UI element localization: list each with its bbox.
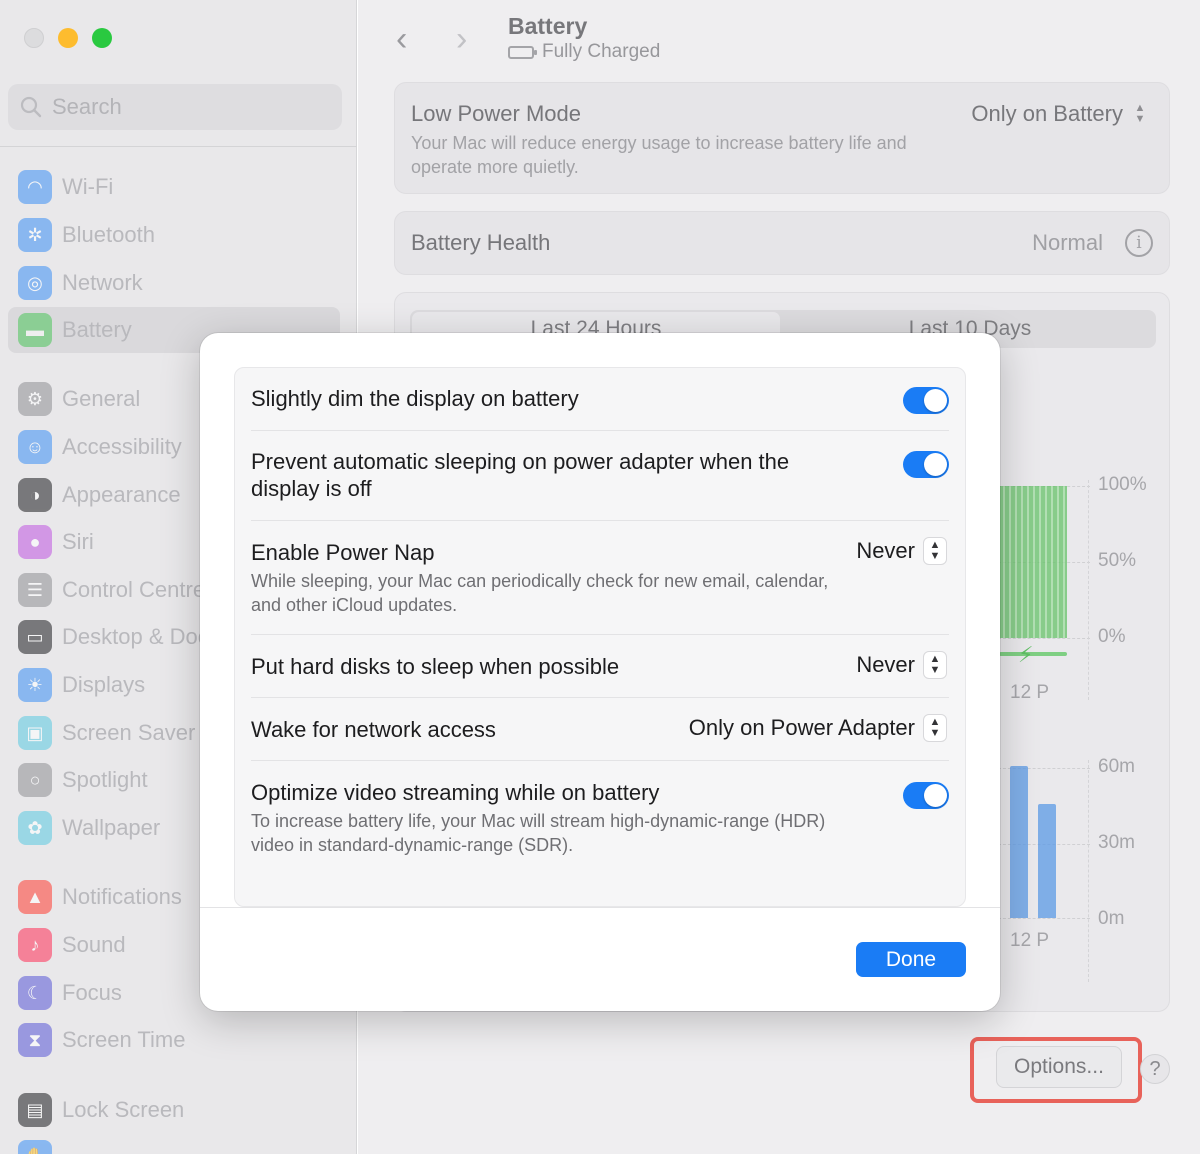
- option-row-prevent-sleep: Prevent automatic sleeping on power adap…: [235, 431, 965, 521]
- divider: [200, 907, 1000, 908]
- chevron-updown-icon: ▲ ▼: [923, 537, 947, 565]
- chevron-updown-icon: ▲ ▼: [923, 651, 947, 679]
- chevron-updown-icon: ▲ ▼: [923, 714, 947, 742]
- option-title: Slightly dim the display on battery: [251, 386, 579, 411]
- hard-disks-popup[interactable]: Never ▲ ▼: [856, 651, 947, 679]
- option-row-dim-display: Slightly dim the display on battery: [235, 368, 965, 430]
- popup-value: Never: [856, 652, 915, 677]
- done-button[interactable]: Done: [856, 942, 966, 977]
- popup-value: Never: [856, 538, 915, 563]
- options-sheet: Slightly dim the display on battery Prev…: [200, 333, 1000, 1011]
- dim-display-toggle[interactable]: [903, 387, 949, 414]
- option-description: To increase battery life, your Mac will …: [251, 811, 826, 855]
- option-row-video-streaming: Optimize video streaming while on batter…: [235, 761, 965, 907]
- option-row-wake-network: Wake for network access Only on Power Ad…: [235, 698, 965, 760]
- option-title: Optimize video streaming while on batter…: [251, 780, 660, 805]
- option-title: Prevent automatic sleeping on power adap…: [251, 449, 790, 501]
- options-group: Slightly dim the display on battery Prev…: [234, 367, 966, 907]
- option-description: While sleeping, your Mac can periodicall…: [251, 571, 829, 615]
- prevent-sleep-toggle[interactable]: [903, 451, 949, 478]
- option-title: Wake for network access: [251, 717, 496, 742]
- video-streaming-toggle[interactable]: [903, 782, 949, 809]
- wake-network-popup[interactable]: Only on Power Adapter ▲ ▼: [689, 714, 947, 742]
- option-title: Put hard disks to sleep when possible: [251, 654, 620, 679]
- option-row-hard-disks: Put hard disks to sleep when possible Ne…: [235, 635, 965, 697]
- popup-value: Only on Power Adapter: [688, 715, 915, 740]
- option-title: Enable Power Nap: [251, 540, 435, 565]
- power-nap-popup[interactable]: Never ▲ ▼: [856, 537, 947, 565]
- option-row-power-nap: Enable Power Nap While sleeping, your Ma…: [235, 521, 965, 634]
